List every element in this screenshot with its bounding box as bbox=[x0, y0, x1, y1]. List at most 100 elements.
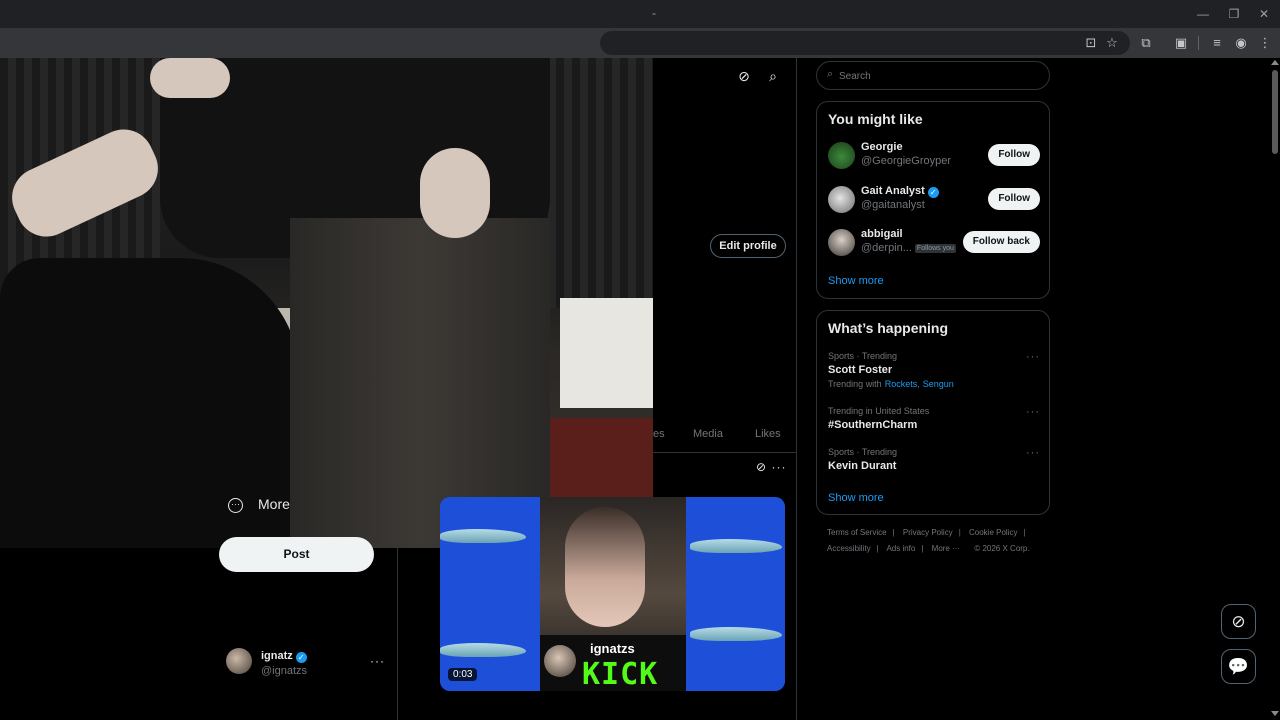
fish-image bbox=[690, 627, 782, 641]
whats-happening-card: What’s happening Sports · Trending Scott… bbox=[816, 310, 1050, 515]
grok-icon[interactable]: ⊘ bbox=[734, 66, 754, 86]
trend-meta: Sports · Trending bbox=[828, 447, 898, 457]
sidebar-footer: Terms of Service | Privacy Policy | Cookie… bbox=[827, 528, 1030, 553]
user-name-text: Gait Analyst bbox=[861, 185, 925, 197]
user-name: abbigail bbox=[861, 228, 903, 240]
fish-image bbox=[440, 529, 526, 543]
extensions-icon[interactable]: ⧉ bbox=[1138, 35, 1154, 51]
show-more-link[interactable]: Show more bbox=[828, 275, 884, 287]
sidebar-icon[interactable]: ▣ bbox=[1173, 35, 1189, 51]
main-column-divider bbox=[796, 58, 797, 720]
fish-image bbox=[440, 643, 526, 657]
shopping-bag bbox=[560, 298, 653, 408]
page-scrollbar[interactable] bbox=[1270, 58, 1280, 720]
account-menu-icon[interactable]: ··· bbox=[370, 654, 385, 668]
profile-icon[interactable]: ◉ bbox=[1233, 35, 1249, 51]
user-name: Georgie bbox=[861, 141, 903, 153]
video-right-panel bbox=[686, 497, 785, 691]
follow-button[interactable]: Follow bbox=[988, 144, 1040, 166]
verified-badge-icon: ✓ bbox=[295, 652, 307, 663]
webcam-overlay bbox=[0, 58, 653, 548]
user-avatar bbox=[828, 186, 855, 213]
trend-item[interactable]: Sports · Trending Scott Foster Trending … bbox=[828, 351, 1040, 389]
footer-link[interactable]: Ads info bbox=[886, 544, 915, 553]
tab-likes[interactable]: Likes bbox=[755, 428, 781, 440]
install-icon[interactable]: ⊡ bbox=[1083, 35, 1099, 51]
scroll-down-icon[interactable] bbox=[1271, 711, 1279, 716]
streamer-name: ignatzs bbox=[590, 641, 635, 656]
post-button[interactable]: Post bbox=[219, 537, 374, 572]
who-to-follow-title: You might like bbox=[828, 111, 923, 127]
grok-fab-icon[interactable]: ⊘ bbox=[1221, 604, 1256, 639]
page-content: ⊘ ⌕ Edit profile es Media Likes ⊘ ··· ··… bbox=[0, 58, 1270, 720]
tab-edge: - bbox=[652, 6, 656, 20]
suggested-user[interactable]: abbigail @derpin... Follows you Follow ba… bbox=[828, 227, 1040, 257]
grok-post-icon[interactable]: ⊘ bbox=[751, 457, 771, 477]
tab-media[interactable]: Media bbox=[693, 428, 723, 440]
footer-link[interactable]: Terms of Service bbox=[827, 528, 887, 537]
edit-profile-button[interactable]: Edit profile bbox=[710, 234, 786, 258]
trend-link[interactable]: Sengun bbox=[923, 379, 954, 389]
account-name-text: ignatz bbox=[261, 650, 293, 662]
minimize-button[interactable]: — bbox=[1188, 4, 1218, 24]
user-handle: @derpin... Follows you bbox=[861, 242, 956, 254]
search-input[interactable] bbox=[839, 66, 1039, 86]
address-bar[interactable] bbox=[600, 31, 1130, 55]
footer-link[interactable]: Cookie Policy bbox=[969, 528, 1017, 537]
trend-item[interactable]: Sports · Trending Kevin Durant ··· bbox=[828, 447, 1040, 472]
chair bbox=[0, 258, 300, 548]
user-avatar bbox=[828, 229, 855, 256]
whats-happening-title: What’s happening bbox=[828, 320, 949, 336]
who-to-follow-card: You might like Georgie @GeorgieGroyper F… bbox=[816, 101, 1050, 299]
footer-link[interactable]: More ··· bbox=[932, 544, 960, 553]
star-icon[interactable]: ☆ bbox=[1104, 35, 1120, 51]
tab-replies[interactable]: es bbox=[653, 428, 665, 440]
verified-badge-icon: ✓ bbox=[927, 187, 939, 198]
browser-titlebar: - — ❐ ✕ bbox=[0, 0, 1280, 28]
user-handle: @gaitanalyst bbox=[861, 199, 925, 211]
more-circle-icon: ··· bbox=[228, 498, 243, 513]
search-box[interactable]: ⌕ bbox=[816, 61, 1050, 90]
footer-link[interactable]: Privacy Policy bbox=[903, 528, 953, 537]
menu-icon[interactable]: ⋮ bbox=[1257, 35, 1273, 51]
search-icon[interactable]: ⌕ bbox=[763, 66, 783, 86]
person-sleeve bbox=[150, 58, 230, 98]
suggested-user[interactable]: Gait Analyst ✓ @gaitanalyst Follow bbox=[828, 184, 1040, 214]
scroll-thumb[interactable] bbox=[1272, 70, 1278, 154]
messages-fab-icon[interactable]: 💬 bbox=[1221, 649, 1256, 684]
search-icon: ⌕ bbox=[827, 68, 834, 80]
person-right-hand bbox=[420, 148, 490, 238]
scroll-up-icon[interactable] bbox=[1271, 60, 1279, 65]
trend-meta: Trending in United States bbox=[828, 406, 930, 416]
video-left-panel bbox=[440, 497, 540, 691]
video-player[interactable]: ignatzs KICK 0:03 bbox=[440, 497, 785, 691]
trend-more-icon[interactable]: ··· bbox=[1026, 406, 1040, 418]
user-handle-text: @derpin... bbox=[861, 242, 912, 254]
footer-link[interactable]: Accessibility bbox=[827, 544, 871, 553]
trend-subtitle: Trending with Rockets, Sengun bbox=[828, 379, 954, 389]
trend-more-icon[interactable]: ··· bbox=[1026, 351, 1040, 363]
toolbar-divider bbox=[1198, 36, 1199, 50]
acoustic-foam-right bbox=[540, 58, 653, 308]
desk bbox=[540, 418, 653, 498]
account-name[interactable]: ignatz ✓ bbox=[261, 650, 307, 663]
trend-item[interactable]: Trending in United States #SouthernCharm… bbox=[828, 406, 1040, 431]
show-more-link[interactable]: Show more bbox=[828, 492, 884, 504]
streamer-avatar bbox=[544, 645, 576, 677]
media-icon[interactable]: ≡ bbox=[1209, 35, 1225, 51]
account-handle: @ignatzs bbox=[261, 665, 308, 677]
close-window-button[interactable]: ✕ bbox=[1249, 4, 1279, 24]
kick-logo: KICK bbox=[582, 657, 659, 691]
tabs-divider bbox=[653, 452, 796, 453]
trend-link[interactable]: Rockets bbox=[885, 379, 918, 389]
follow-back-button[interactable]: Follow back bbox=[962, 231, 1040, 253]
follows-you-badge: Follows you bbox=[914, 244, 956, 253]
suggested-user[interactable]: Georgie @GeorgieGroyper Follow bbox=[828, 140, 1040, 170]
trend-sub-prefix: Trending with bbox=[828, 379, 882, 389]
post-more-icon[interactable]: ··· bbox=[769, 457, 789, 477]
trend-more-icon[interactable]: ··· bbox=[1026, 447, 1040, 459]
trend-title: #SouthernCharm bbox=[828, 419, 918, 431]
follow-button[interactable]: Follow bbox=[988, 188, 1040, 210]
account-avatar[interactable] bbox=[226, 648, 252, 674]
restore-button[interactable]: ❐ bbox=[1219, 4, 1249, 24]
